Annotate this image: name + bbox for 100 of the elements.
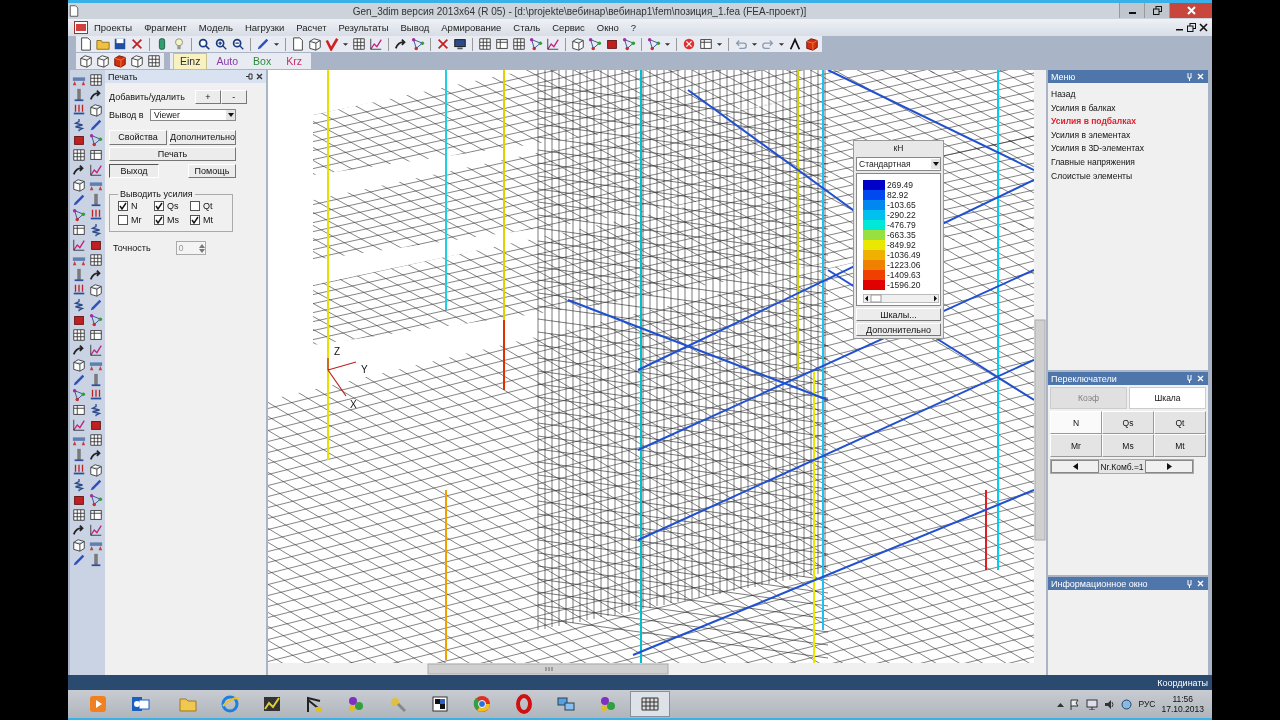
force-button[interactable]: Qs	[1102, 411, 1154, 434]
zoom-in-icon[interactable]	[214, 37, 228, 51]
language-indicator[interactable]: РУС	[1138, 699, 1156, 709]
help-button[interactable]: Помощь	[188, 164, 236, 178]
cube-icon[interactable]	[113, 54, 127, 68]
menu-panel-item[interactable]: Слоистые элементы	[1048, 168, 1208, 183]
load-icon[interactable]	[72, 283, 86, 297]
menu-panel-item[interactable]: Усилия в 3D-элементах	[1048, 141, 1208, 155]
menu-panel-item[interactable]: Усилия в балках	[1048, 100, 1208, 115]
print-button[interactable]: Печать	[109, 147, 236, 161]
column-icon[interactable]	[72, 88, 86, 102]
menu-panel-item[interactable]: Назад	[1048, 87, 1208, 101]
clock-date[interactable]: 17.10.2013	[1161, 704, 1204, 714]
menu-item[interactable]: Окно	[590, 22, 625, 33]
arrow-icon[interactable]	[72, 163, 86, 177]
arrow-icon[interactable]	[72, 343, 86, 357]
view-mode-tab[interactable]: Auto	[210, 53, 245, 69]
horizontal-scrollbar[interactable]	[863, 294, 939, 303]
monitor-icon[interactable]	[453, 37, 467, 51]
load-icon[interactable]	[89, 208, 103, 222]
chart-icon[interactable]	[546, 37, 560, 51]
table-icon[interactable]	[89, 148, 103, 162]
menu-panel-item[interactable]: Усилия в элементах	[1048, 127, 1208, 142]
view-mode-tab[interactable]: Box	[247, 53, 278, 69]
spring-icon[interactable]	[72, 298, 86, 312]
column-icon[interactable]	[89, 193, 103, 207]
view-mode-tab[interactable]: Krz	[280, 53, 308, 69]
nodes-icon[interactable]	[529, 37, 543, 51]
grid-icon[interactable]	[89, 433, 103, 447]
box3d-icon[interactable]	[96, 54, 110, 68]
block-icon[interactable]	[72, 313, 86, 327]
chart-icon[interactable]	[72, 418, 86, 432]
menu-panel-item[interactable]: Усилия в подбалках	[1048, 114, 1208, 128]
menu-item[interactable]: Сервис	[546, 22, 591, 33]
block-icon[interactable]	[72, 493, 86, 507]
checkbox[interactable]	[118, 215, 128, 225]
block-icon[interactable]	[89, 418, 103, 432]
pen-icon[interactable]	[72, 373, 86, 387]
checkbox[interactable]	[154, 201, 164, 211]
stop-icon[interactable]	[682, 37, 696, 51]
grid-icon[interactable]	[72, 148, 86, 162]
checkbox[interactable]	[154, 215, 164, 225]
menu-item[interactable]: ?	[624, 22, 643, 33]
globe-icon[interactable]	[1121, 698, 1133, 710]
cross-icon[interactable]	[130, 37, 144, 51]
nodes-icon[interactable]	[89, 493, 103, 507]
grid-icon[interactable]	[89, 73, 103, 87]
box3d-icon[interactable]	[72, 538, 86, 552]
block-icon[interactable]	[72, 133, 86, 147]
column-icon[interactable]	[89, 373, 103, 387]
table-icon[interactable]	[89, 508, 103, 522]
column-icon[interactable]	[72, 268, 86, 282]
properties-button[interactable]: Свойства	[109, 129, 167, 145]
switch-tab[interactable]: Шкала	[1129, 387, 1206, 409]
menu-item[interactable]: Расчет	[290, 22, 333, 33]
view-mode-tab[interactable]: Einz	[173, 52, 208, 70]
chart-icon[interactable]	[89, 163, 103, 177]
box3d-icon[interactable]	[89, 103, 103, 117]
scale-dropdown[interactable]: Стандартная	[856, 157, 941, 171]
nodes-icon[interactable]	[72, 388, 86, 402]
menu-item[interactable]: Результаты	[332, 22, 395, 33]
spring-icon[interactable]	[72, 118, 86, 132]
box3d-icon[interactable]	[72, 358, 86, 372]
chart-icon[interactable]	[89, 343, 103, 357]
restore-icon[interactable]	[1187, 23, 1196, 32]
close-icon[interactable]	[256, 73, 263, 80]
grid-icon[interactable]	[147, 54, 161, 68]
pen-icon[interactable]	[89, 118, 103, 132]
up-arrow-icon[interactable]	[1057, 701, 1065, 707]
block-icon[interactable]	[605, 37, 619, 51]
table-icon[interactable]	[72, 403, 86, 417]
arrow-icon[interactable]	[89, 268, 103, 282]
chart-icon[interactable]	[72, 238, 86, 252]
restore-button[interactable]	[1144, 3, 1169, 18]
more-button[interactable]: Дополнительно	[169, 129, 236, 145]
nodes-icon[interactable]	[588, 37, 602, 51]
output-dropdown[interactable]: Viewer	[150, 109, 236, 121]
spring-icon[interactable]	[89, 403, 103, 417]
vertical-scrollbar[interactable]	[1034, 70, 1046, 675]
exit-button[interactable]: Выход	[109, 164, 159, 178]
box3d-icon[interactable]	[89, 283, 103, 297]
box3d-icon[interactable]	[72, 178, 86, 192]
menu-item[interactable]: Сталь	[507, 22, 547, 33]
cross-icon[interactable]	[436, 37, 450, 51]
menu-item[interactable]: Армирование	[435, 22, 508, 33]
spring-icon[interactable]	[72, 478, 86, 492]
nodes-icon[interactable]	[72, 208, 86, 222]
chart-icon[interactable]	[369, 37, 383, 51]
chart-icon[interactable]	[89, 523, 103, 537]
pen-icon[interactable]	[72, 193, 86, 207]
speaker-icon[interactable]	[1104, 698, 1116, 710]
menu-item[interactable]: Фрагмент	[138, 22, 193, 33]
zoom-out-icon[interactable]	[231, 37, 245, 51]
force-button[interactable]: N	[1050, 411, 1102, 434]
pen-icon[interactable]	[89, 478, 103, 492]
menu-item[interactable]: Модель	[192, 22, 239, 33]
table-icon[interactable]	[699, 37, 713, 51]
nodes-icon[interactable]	[89, 133, 103, 147]
menu-panel-item[interactable]: Главные напряжения	[1048, 154, 1208, 169]
close-icon[interactable]	[1199, 23, 1208, 32]
